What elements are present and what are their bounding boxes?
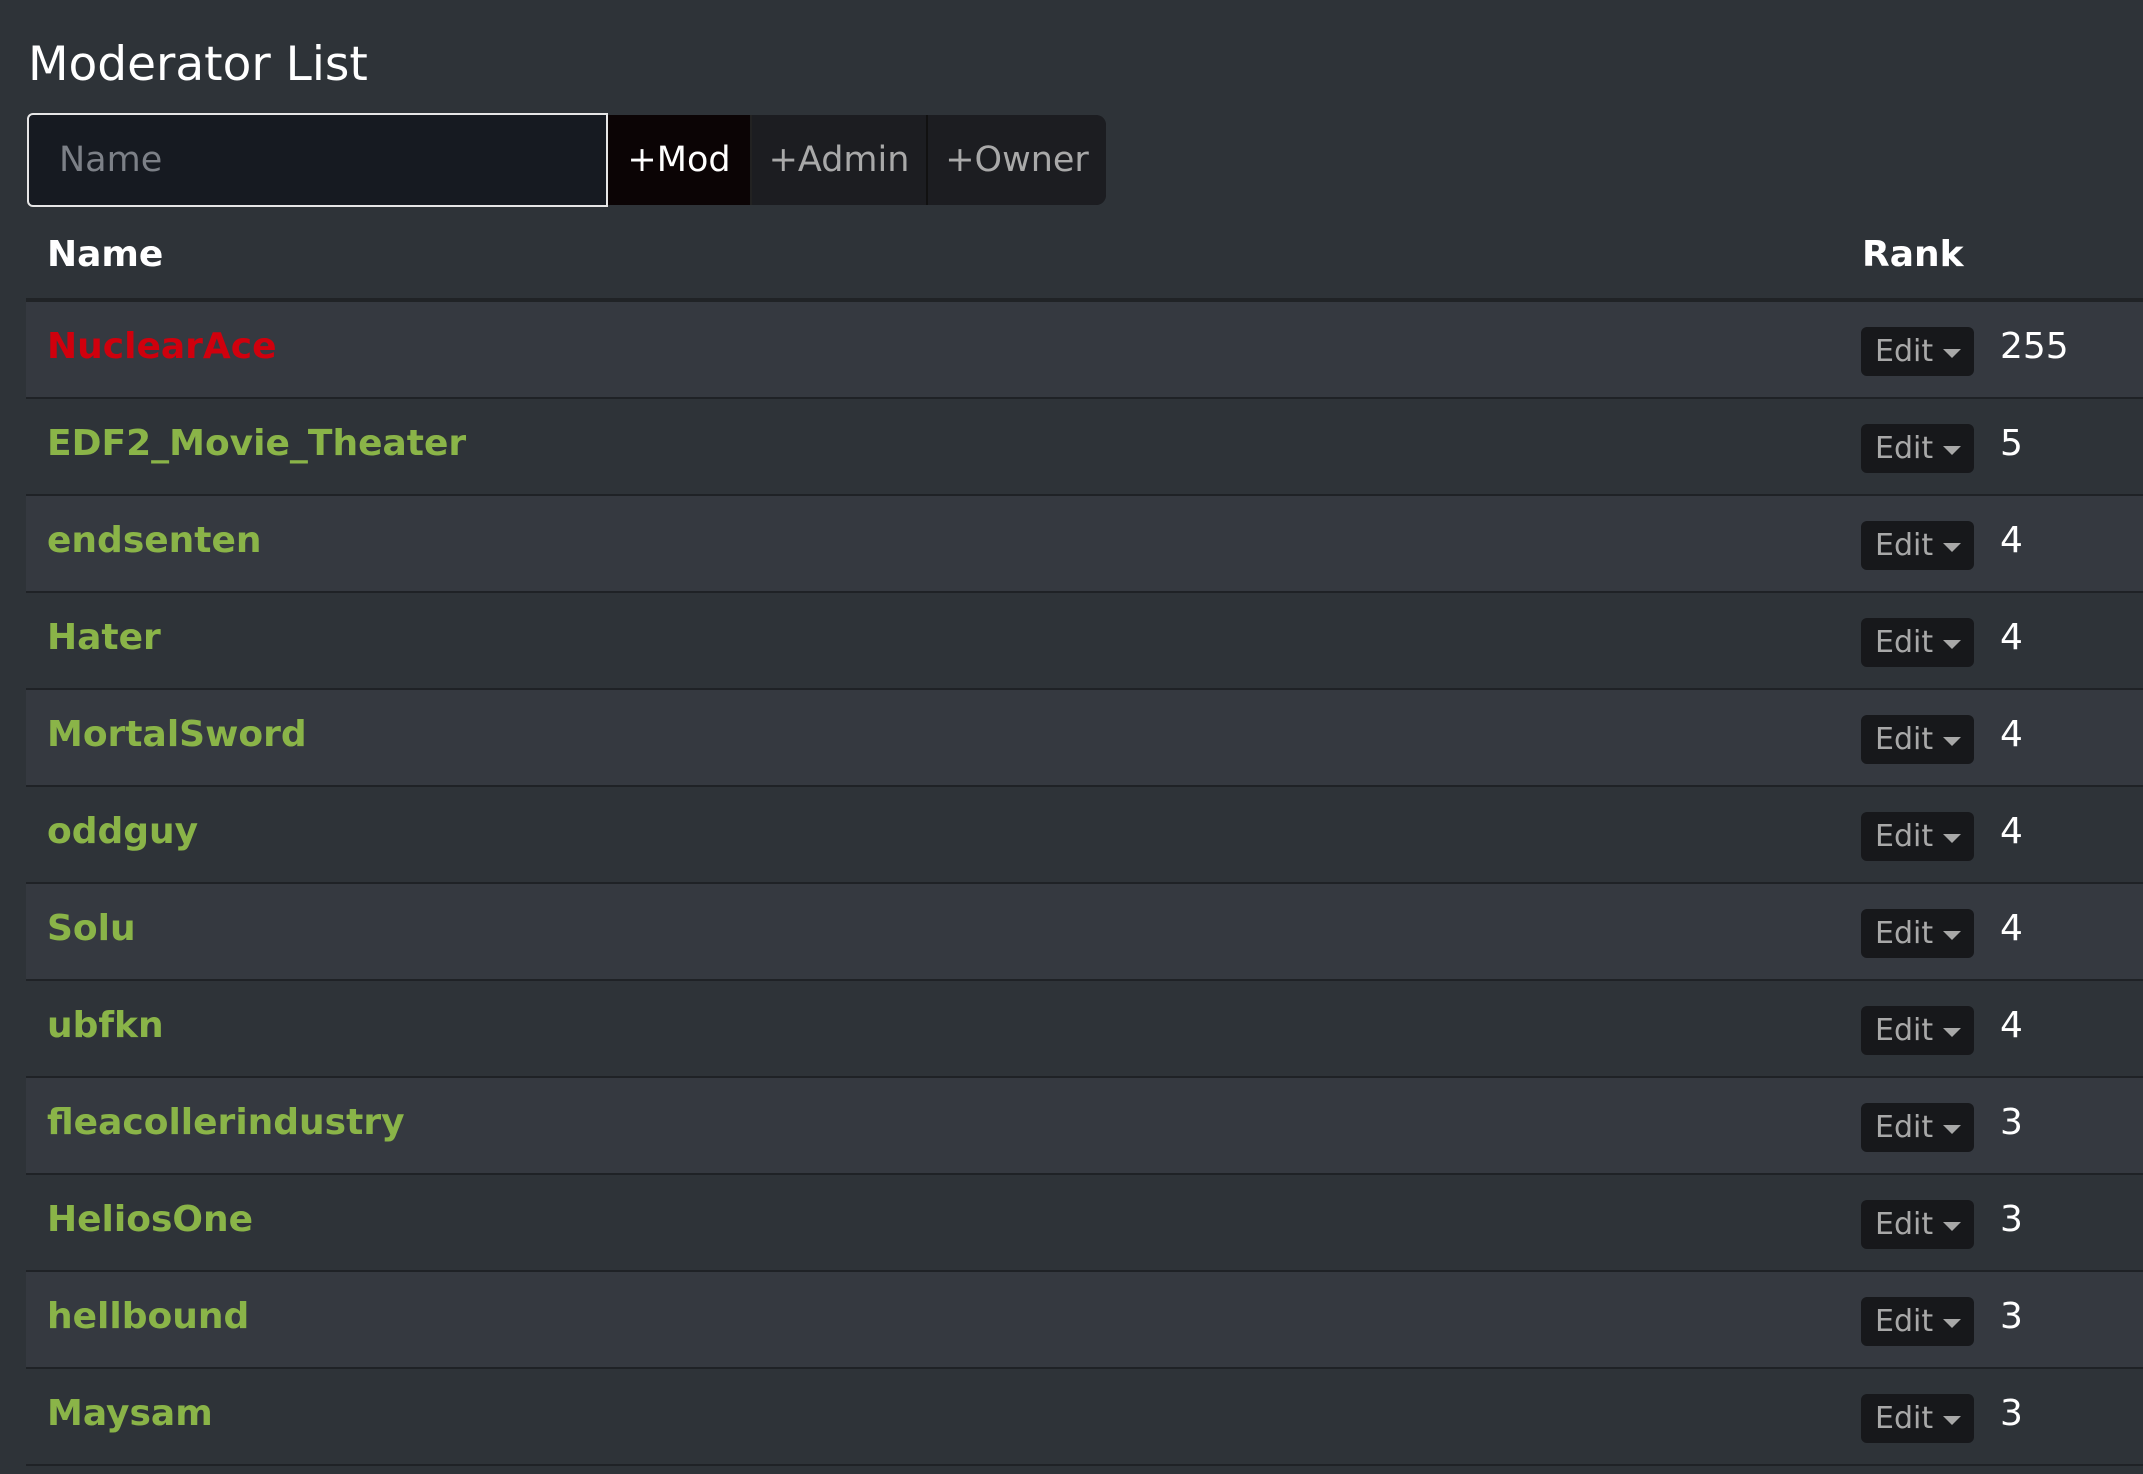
edit-label: Edit (1875, 334, 1934, 369)
table-row: Solu Edit 4 (26, 884, 2143, 981)
moderator-name: Solu (47, 908, 136, 949)
name-input[interactable] (27, 113, 608, 207)
add-admin-button[interactable]: +Admin (750, 115, 926, 205)
caret-down-icon (1943, 348, 1962, 358)
moderator-name: Hater (47, 617, 161, 658)
table-row: EDF2_Movie_Theater Edit 5 (26, 399, 2143, 496)
edit-dropdown-button[interactable]: Edit (1861, 715, 1974, 764)
moderator-rank: 5 (2000, 423, 2023, 464)
table-row: oddguy Edit 4 (26, 787, 2143, 884)
moderator-name: NuclearAce (47, 326, 277, 367)
moderator-rank: 4 (2000, 520, 2023, 561)
moderator-rank: 4 (2000, 811, 2023, 852)
moderator-name: fleacollerindustry (47, 1102, 405, 1143)
add-owner-button[interactable]: +Owner (926, 115, 1106, 205)
moderator-name: EDF2_Movie_Theater (47, 423, 467, 464)
table-row: NuclearAce Edit 255 (26, 302, 2143, 399)
caret-down-icon (1943, 1027, 1962, 1037)
table-header: Name Rank (26, 208, 2143, 302)
moderator-list-page: Moderator List +Mod +Admin +Owner Name R… (0, 0, 2143, 1474)
table-row: endsenten Edit 4 (26, 496, 2143, 593)
edit-label: Edit (1875, 431, 1934, 466)
edit-label: Edit (1875, 1110, 1934, 1145)
caret-down-icon (1943, 1221, 1962, 1231)
moderator-rank: 4 (2000, 1005, 2023, 1046)
moderator-rank: 4 (2000, 908, 2023, 949)
caret-down-icon (1943, 445, 1962, 455)
moderator-name: oddguy (47, 811, 199, 852)
moderator-table: Name Rank NuclearAce Edit 255 EDF2_Movie_Th… (26, 208, 2143, 1466)
moderator-name: Maysam (47, 1393, 213, 1434)
caret-down-icon (1943, 736, 1962, 746)
edit-label: Edit (1875, 1013, 1934, 1048)
moderator-name: ubfkn (47, 1005, 164, 1046)
table-row: HeliosOne Edit 3 (26, 1175, 2143, 1272)
caret-down-icon (1943, 542, 1962, 552)
moderator-rank: 4 (2000, 617, 2023, 658)
caret-down-icon (1943, 833, 1962, 843)
table-row: Hater Edit 4 (26, 593, 2143, 690)
caret-down-icon (1943, 1415, 1962, 1425)
caret-down-icon (1943, 930, 1962, 940)
moderator-name: MortalSword (47, 714, 307, 755)
moderator-name: HeliosOne (47, 1199, 254, 1240)
edit-dropdown-button[interactable]: Edit (1861, 1103, 1974, 1152)
moderator-name: endsenten (47, 520, 262, 561)
moderator-rank: 3 (2000, 1102, 2023, 1143)
caret-down-icon (1943, 1124, 1962, 1134)
moderator-rank: 4 (2000, 714, 2023, 755)
add-moderator-form: +Mod +Admin +Owner (27, 113, 1106, 207)
edit-label: Edit (1875, 528, 1934, 563)
edit-dropdown-button[interactable]: Edit (1861, 812, 1974, 861)
edit-label: Edit (1875, 1401, 1934, 1436)
table-row: ubfkn Edit 4 (26, 981, 2143, 1078)
edit-dropdown-button[interactable]: Edit (1861, 909, 1974, 958)
edit-dropdown-button[interactable]: Edit (1861, 521, 1974, 570)
edit-dropdown-button[interactable]: Edit (1861, 424, 1974, 473)
table-row: MortalSword Edit 4 (26, 690, 2143, 787)
moderator-rank: 3 (2000, 1199, 2023, 1240)
edit-label: Edit (1875, 625, 1934, 660)
table-row: Maysam Edit 3 (26, 1369, 2143, 1466)
moderator-name: hellbound (47, 1296, 250, 1337)
edit-dropdown-button[interactable]: Edit (1861, 1394, 1974, 1443)
table-body: NuclearAce Edit 255 EDF2_Movie_Theater Edit 5… (26, 302, 2143, 1466)
rank-column-header: Rank (1862, 234, 1964, 275)
moderator-rank: 3 (2000, 1296, 2023, 1337)
add-mod-button[interactable]: +Mod (608, 115, 750, 205)
edit-dropdown-button[interactable]: Edit (1861, 618, 1974, 667)
edit-label: Edit (1875, 722, 1934, 757)
name-column-header: Name (47, 234, 164, 275)
edit-label: Edit (1875, 819, 1934, 854)
edit-label: Edit (1875, 1304, 1934, 1339)
moderator-rank: 255 (2000, 326, 2069, 367)
edit-dropdown-button[interactable]: Edit (1861, 327, 1974, 376)
caret-down-icon (1943, 639, 1962, 649)
moderator-rank: 3 (2000, 1393, 2023, 1434)
edit-dropdown-button[interactable]: Edit (1861, 1297, 1974, 1346)
table-row: fleacollerindustry Edit 3 (26, 1078, 2143, 1175)
edit-dropdown-button[interactable]: Edit (1861, 1006, 1974, 1055)
table-row: hellbound Edit 3 (26, 1272, 2143, 1369)
add-rank-button-group: +Mod +Admin +Owner (608, 115, 1106, 205)
edit-dropdown-button[interactable]: Edit (1861, 1200, 1974, 1249)
edit-label: Edit (1875, 916, 1934, 951)
edit-label: Edit (1875, 1207, 1934, 1242)
page-title: Moderator List (28, 37, 368, 92)
caret-down-icon (1943, 1318, 1962, 1328)
